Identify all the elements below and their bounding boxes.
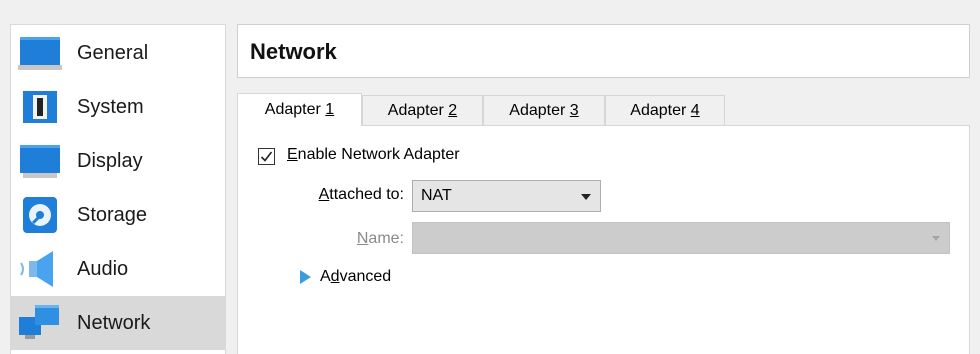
enable-text: nable Network Adapter	[297, 146, 460, 163]
attached-to-select[interactable]: NAT	[412, 180, 601, 212]
page-header: Network	[237, 24, 970, 78]
advanced-text: vanced	[339, 268, 392, 285]
expand-triangle-icon[interactable]	[300, 270, 311, 284]
sidebar-item-network[interactable]: Network	[11, 296, 225, 350]
sidebar-item-audio[interactable]: Audio	[11, 242, 225, 296]
name-mnemonic: N	[356, 230, 369, 247]
display-icon	[20, 145, 60, 178]
tab-mnemonic: 2	[448, 101, 458, 119]
tab-label: Adapter	[264, 101, 326, 118]
general-icon	[18, 37, 62, 70]
enable-adapter-label[interactable]: Enable Network Adapter	[287, 146, 460, 164]
tab-label: Adapter	[630, 101, 691, 119]
name-label: Name:	[298, 230, 404, 248]
checkmark-icon	[260, 151, 273, 162]
page-title: Network	[250, 39, 337, 64]
tab-mnemonic: 4	[690, 101, 700, 119]
settings-sidebar: General System Display Storage Audio Net…	[10, 24, 226, 354]
tab-label: Adapter	[509, 101, 570, 119]
adapter-panel: Enable Network Adapter Attached to: NAT …	[237, 125, 970, 354]
network-icon	[19, 305, 59, 339]
tab-adapter-3[interactable]: Adapter 3	[483, 95, 605, 125]
sidebar-item-label: Network	[77, 311, 151, 334]
tab-adapter-4[interactable]: Adapter 4	[605, 95, 725, 125]
enable-mnemonic: E	[287, 146, 298, 163]
tab-adapter-2[interactable]: Adapter 2	[362, 95, 483, 125]
tab-label: Adapter	[387, 101, 449, 119]
sidebar-item-general[interactable]: General	[11, 26, 225, 80]
advanced-mnemonic: d	[330, 268, 340, 285]
name-text: ame:	[368, 230, 404, 247]
attached-text: ttached to:	[329, 186, 404, 203]
dropdown-arrow-icon	[932, 236, 940, 241]
tab-mnemonic: 3	[569, 101, 579, 119]
sidebar-item-label: Storage	[77, 203, 148, 226]
enable-adapter-checkbox[interactable]	[258, 148, 275, 165]
tab-adapter-1[interactable]: Adapter 1	[237, 93, 362, 126]
sidebar-item-label: Display	[77, 149, 143, 172]
audio-icon	[20, 251, 53, 287]
sidebar-item-label: Audio	[77, 257, 129, 280]
dropdown-arrow-icon	[581, 194, 591, 200]
sidebar-item-display[interactable]: Display	[11, 134, 225, 188]
attached-to-label: Attached to:	[298, 186, 404, 204]
attached-to-value: NAT	[421, 187, 452, 204]
system-icon	[23, 91, 57, 123]
advanced-toggle[interactable]: Advanced	[320, 268, 391, 286]
name-combobox	[412, 222, 950, 254]
attached-mnemonic: A	[318, 186, 330, 203]
storage-icon	[23, 197, 57, 233]
sidebar-item-label: General	[77, 41, 149, 64]
sidebar-item-label: System	[77, 95, 144, 118]
sidebar-item-storage[interactable]: Storage	[11, 188, 225, 242]
tab-mnemonic: 1	[325, 101, 335, 118]
sidebar-item-system[interactable]: System	[11, 80, 225, 134]
advanced-first: A	[320, 268, 331, 285]
